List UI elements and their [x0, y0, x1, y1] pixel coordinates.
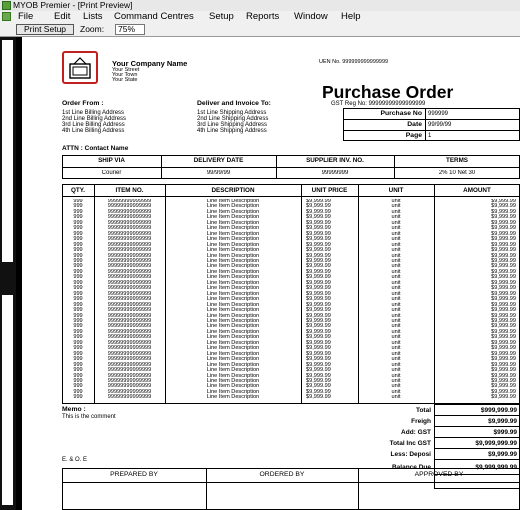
ship-via-header: SHIP VIA — [98, 157, 125, 164]
gst-reg-number: GST Reg No: 99999999999999999 — [331, 101, 426, 107]
freight-label: Freigh — [411, 418, 431, 425]
supplier-inv-header: SUPPLIER INV. NO. — [306, 157, 364, 164]
picture-frame-icon — [69, 57, 91, 79]
description-header: DESCRIPTION — [211, 187, 255, 194]
purchase-order-page: Your Company Name Your Street Your Town … — [22, 37, 520, 510]
window-title: MYOB Premier - [Print Preview] — [13, 0, 133, 10]
app-icon — [2, 1, 11, 10]
purchase-no-value: 999999 — [428, 111, 449, 117]
amount-header: AMOUNT — [463, 187, 491, 194]
memo-label: Memo : — [62, 406, 86, 413]
total-label: Total — [415, 407, 431, 414]
shipping-line-4: 4th Line Shipping Address — [197, 128, 267, 134]
description-column: Line Item Description Line Item Descript… — [206, 199, 260, 401]
page-value: 1 — [428, 133, 432, 139]
menu-setup[interactable]: Setup — [209, 11, 234, 22]
print-setup-button[interactable]: Print Setup — [16, 24, 74, 35]
item-no-column: 99999999999999 99999999999999 9999999999… — [107, 199, 152, 401]
supplier-inv-value: 99999999 — [321, 170, 349, 176]
menu-help[interactable]: Help — [341, 11, 361, 22]
deposit-label: Less: Deposi — [390, 451, 431, 458]
zoom-field[interactable]: 75% — [115, 24, 145, 35]
company-state: Your State — [112, 77, 138, 83]
item-no-header: ITEM NO. — [115, 187, 144, 194]
unit-column: unit unit unit unit unit unit unit unit … — [391, 199, 401, 401]
delivery-date-value: 99/99/99 — [206, 170, 231, 176]
freight-value: $9,999.99 — [488, 418, 517, 425]
order-from-label: Order From : — [62, 100, 104, 107]
page-thumbnail[interactable] — [2, 40, 13, 262]
date-value: 99/99/99 — [428, 122, 452, 128]
menu-edit[interactable]: Edit — [54, 11, 70, 22]
memo-text: This is the comment — [62, 414, 116, 420]
page-thumbnail[interactable] — [2, 295, 13, 505]
document-title: Purchase Order — [322, 82, 454, 102]
gst-label: Add: GST — [401, 429, 431, 436]
total-inc-gst-label: Total Inc GST — [389, 440, 431, 447]
gst-value: $999.99 — [493, 429, 518, 436]
delivery-date-header: DELIVERY DATE — [193, 157, 244, 164]
purchase-no-label: Purchase No — [380, 110, 422, 117]
menu-file[interactable]: File — [18, 11, 33, 22]
qty-column: 999 999 999 999 999 999 999 999 999 999 … — [73, 199, 83, 401]
menu-lists[interactable]: Lists — [83, 11, 103, 22]
total-value: $999,999.99 — [480, 407, 517, 414]
deliver-to-label: Deliver and Invoice To: — [197, 100, 271, 107]
terms-value: 2% 10 Net 30 — [438, 170, 476, 176]
ordered-by-header: ORDERED BY — [259, 471, 305, 478]
prepared-by-header: PREPARED BY — [110, 471, 158, 478]
uen-number: UEN No. 999999999999999 — [319, 59, 389, 65]
menu-window[interactable]: Window — [294, 11, 328, 22]
zoom-label: Zoom: — [80, 24, 105, 34]
eoe-note: E. & O. E — [62, 457, 88, 463]
window-title-bar: MYOB Premier - [Print Preview] — [0, 0, 520, 11]
page-label: Page — [405, 132, 422, 139]
document-icon[interactable] — [2, 12, 11, 21]
ship-via-value: Courier — [101, 170, 122, 176]
approved-by-header: APPROVED BY — [414, 471, 464, 478]
total-inc-gst-value: $9,999,999.99 — [475, 440, 517, 447]
menu-command-centres[interactable]: Command Centres — [114, 11, 194, 22]
qty-header: QTY. — [71, 187, 85, 194]
menu-reports[interactable]: Reports — [246, 11, 279, 22]
unit-price-column: $9,999.99 $9,999.99 $9,999.99 $9,999.99 … — [306, 199, 331, 401]
preview-toolbar: Print Setup Zoom: 75% — [0, 22, 520, 37]
deposit-value: $9,999.99 — [488, 451, 517, 458]
menu-bar: File Edit Lists Command Centres Setup Re… — [0, 11, 520, 22]
amount-column: $9,999.99 $9,999.99 $9,999.99 $9,999.99 … — [491, 199, 516, 401]
attn-contact: ATTN : Contact Name — [62, 145, 129, 152]
billing-line-4: 4th Line Billing Address — [62, 128, 125, 134]
unit-header: UNIT — [388, 187, 404, 194]
preview-side-panel — [0, 37, 16, 510]
unit-price-header: UNIT PRICE — [311, 187, 348, 194]
date-label: Date — [407, 121, 422, 128]
terms-header: TERMS — [445, 157, 469, 164]
company-logo — [62, 51, 98, 84]
